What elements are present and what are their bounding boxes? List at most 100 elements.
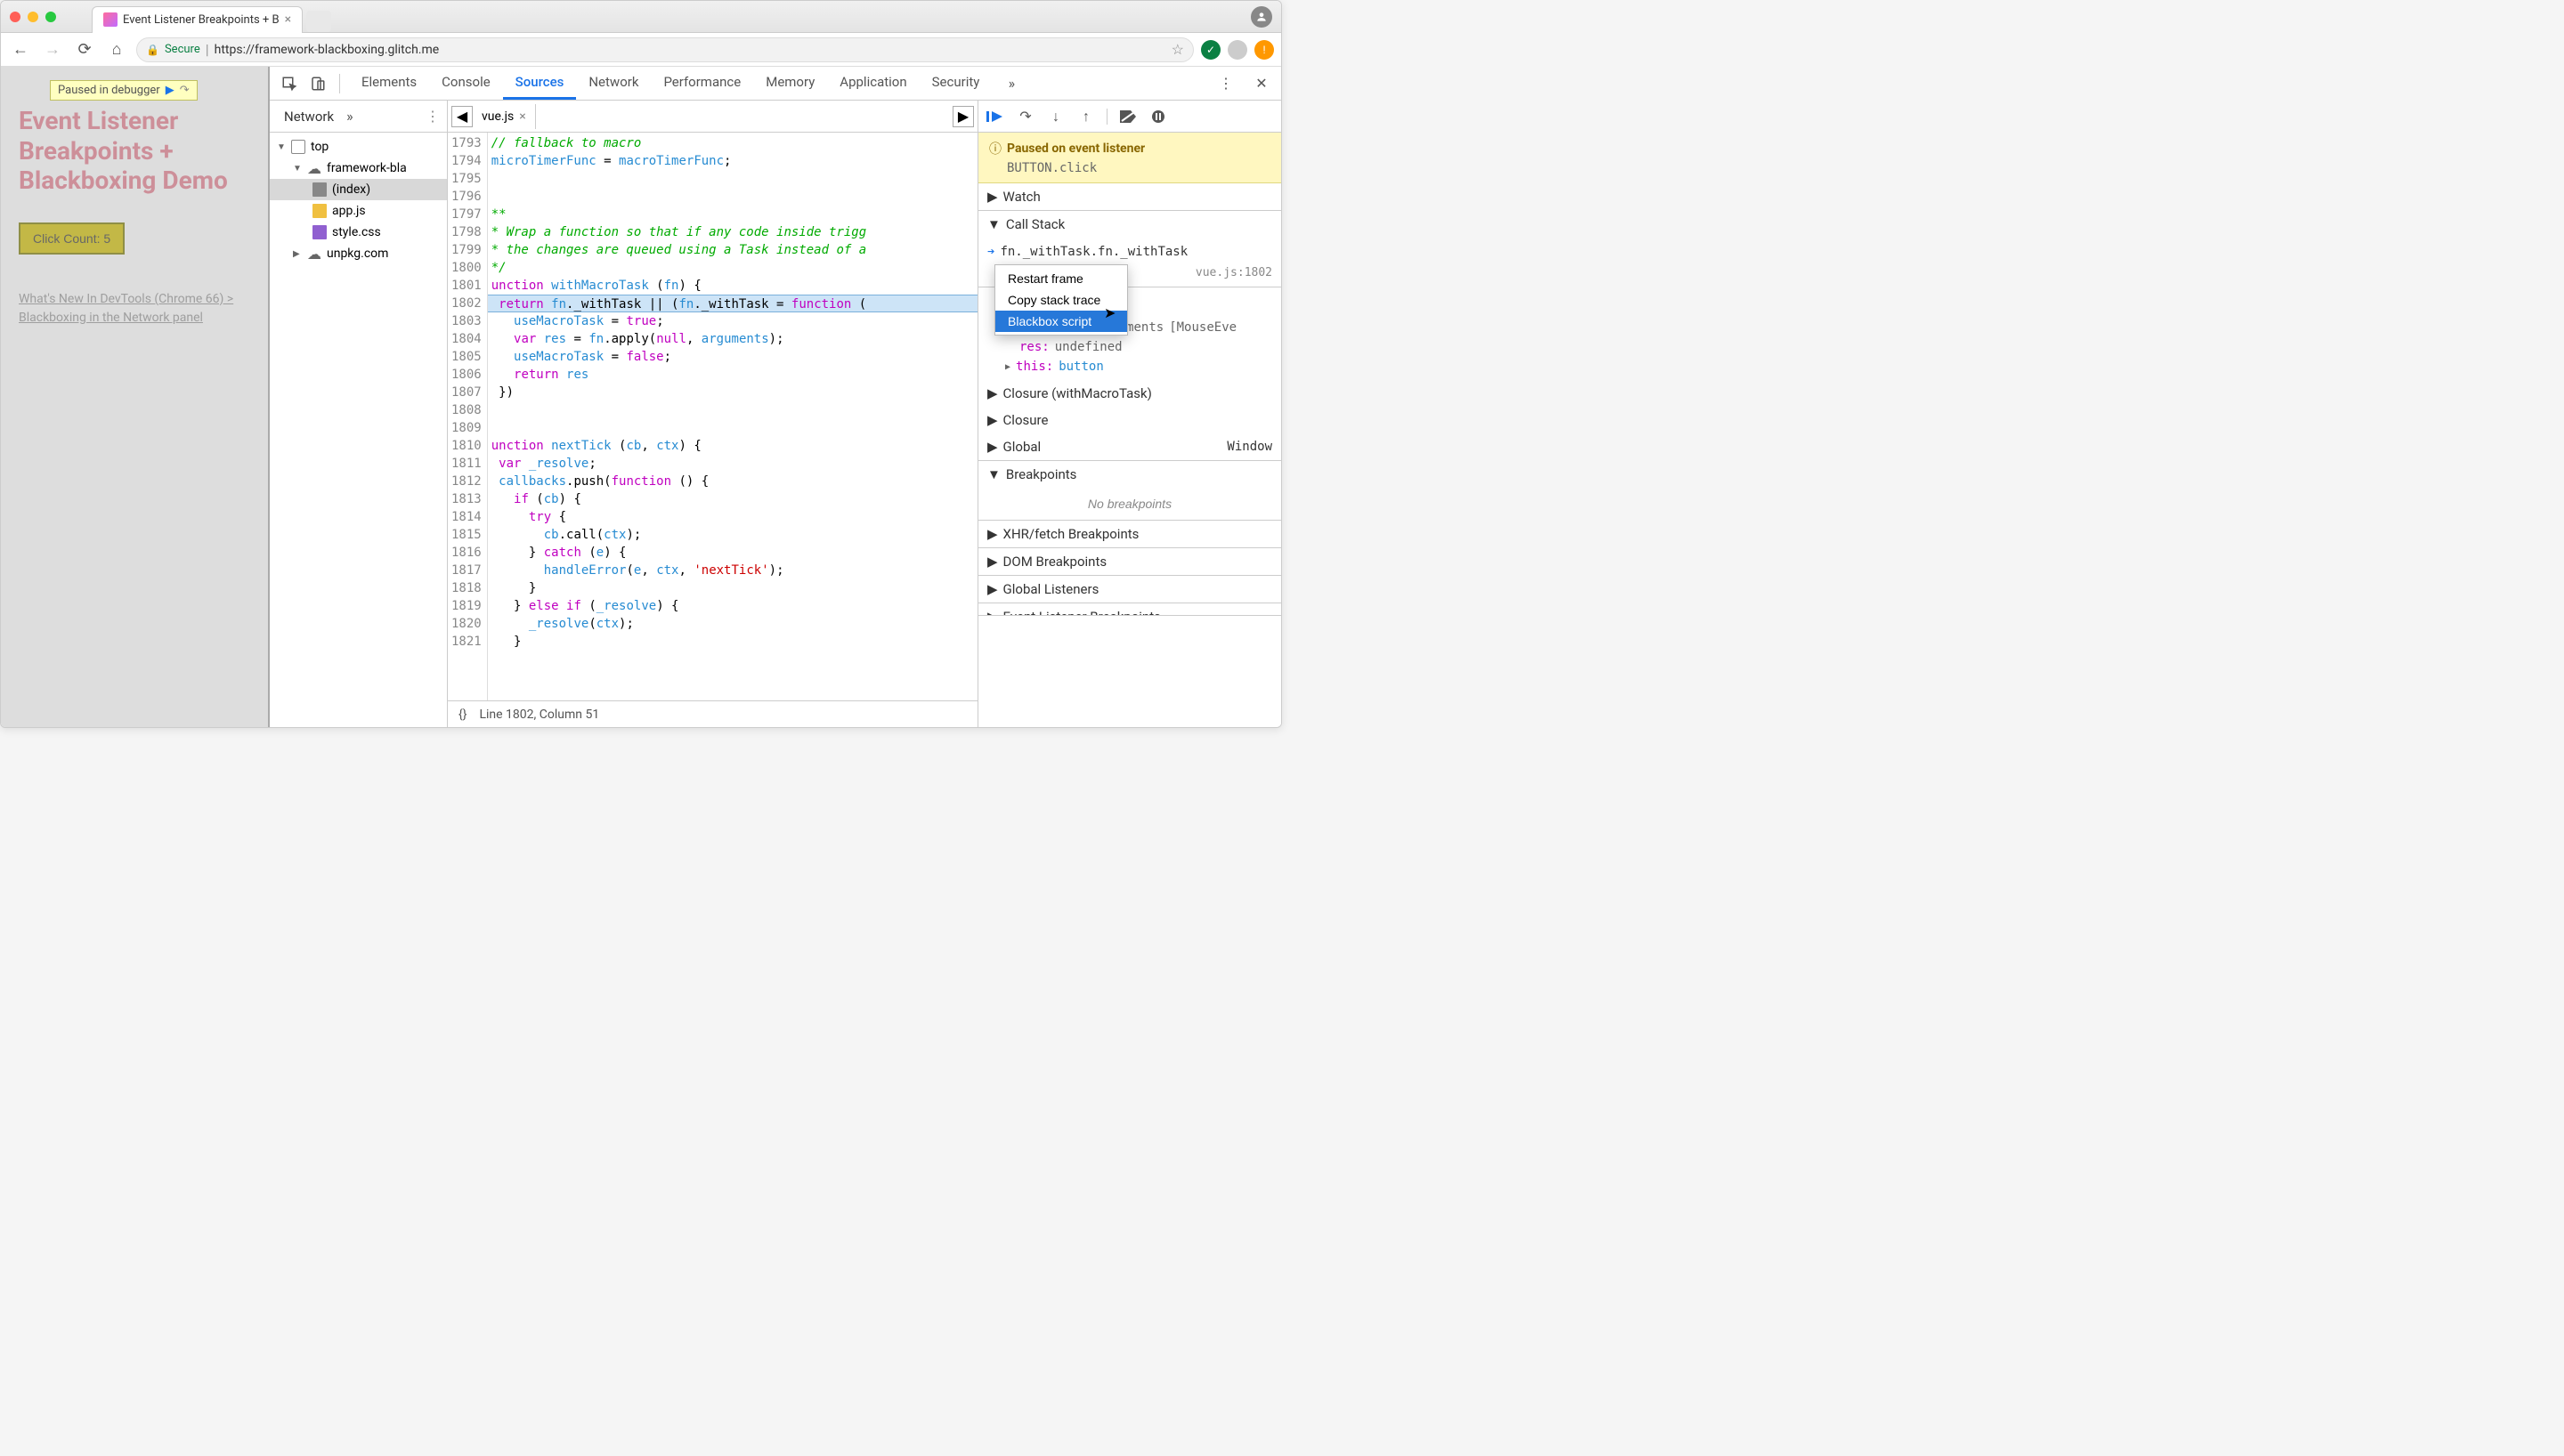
new-tab-button[interactable] [306, 11, 331, 32]
browser-toolbar: ← → ⟳ ⌂ 🔒 Secure | https://framework-bla… [1, 33, 1281, 67]
back-button[interactable]: ← [8, 37, 33, 62]
browser-window: Event Listener Breakpoints + B × ← → ⟳ ⌂… [0, 0, 1282, 728]
prev-file-icon[interactable]: ◀ [451, 106, 473, 127]
tab-title: Event Listener Breakpoints + B [123, 13, 280, 27]
tab-bar: Event Listener Breakpoints + B × [92, 1, 331, 33]
chevron-down-icon[interactable]: ▼ [277, 142, 286, 152]
forward-button[interactable]: → [40, 37, 65, 62]
page-title: Event Listener Breakpoints + Blackboxing… [19, 106, 250, 196]
tree-item-top[interactable]: ▼ top [270, 136, 447, 158]
browser-tab[interactable]: Event Listener Breakpoints + B × [92, 6, 303, 33]
pause-on-exceptions-button[interactable] [1148, 107, 1168, 126]
scope-var-this[interactable]: ▶ this: button [978, 357, 1281, 376]
minimize-window-icon[interactable] [28, 12, 38, 22]
close-devtools-icon[interactable]: ✕ [1249, 71, 1274, 96]
step-into-button[interactable]: ↓ [1046, 107, 1066, 126]
chevron-right-icon: ▶ [987, 581, 998, 597]
close-window-icon[interactable] [10, 12, 20, 22]
code-area[interactable]: 1793179417951796179717981799180018011802… [448, 133, 978, 700]
chevron-right-icon: ▶ [987, 385, 998, 401]
url-bar[interactable]: 🔒 Secure | https://framework-blackboxing… [136, 37, 1194, 62]
home-button[interactable]: ⌂ [104, 37, 129, 62]
cursor-icon: ➤ [1104, 304, 1116, 322]
panel-header-dom[interactable]: ▶ DOM Breakpoints [978, 548, 1281, 575]
step-icon[interactable]: ↷ [180, 84, 190, 97]
devtools-tab-security[interactable]: Security [920, 67, 993, 100]
user-avatar-icon[interactable] [1251, 6, 1272, 28]
chevron-down-icon: ▼ [987, 466, 1001, 482]
scope-var-res[interactable]: res: undefined [978, 337, 1281, 357]
code-editor-panel: ◀ vue.js × ▶ 179317941795179617971798179… [448, 101, 978, 727]
extension-icon[interactable]: ! [1254, 40, 1274, 60]
close-file-icon[interactable]: × [519, 109, 525, 124]
devtools-tab-application[interactable]: Application [827, 67, 919, 100]
devtools-menu-icon[interactable]: ⋮ [1213, 71, 1238, 96]
panel-header-listeners[interactable]: ▶ Global Listeners [978, 576, 1281, 603]
secure-label: Secure [165, 43, 200, 56]
info-icon: ⓘ [989, 140, 1002, 158]
panel-breakpoints: ▼ Breakpoints No breakpoints [978, 461, 1281, 521]
extension-icon[interactable]: ✓ [1201, 40, 1221, 60]
file-tree: ▼ top ▼ framework-bla (index) [270, 133, 447, 727]
panel-header-breakpoints[interactable]: ▼ Breakpoints [978, 461, 1281, 488]
page-link[interactable]: What's New In DevTools (Chrome 66) > Bla… [19, 290, 250, 328]
stack-frame[interactable]: ➔ fn._withTask.fn._withTask [978, 241, 1281, 263]
format-icon[interactable]: {} [458, 708, 467, 722]
tree-item-unpkg[interactable]: ▶ unpkg.com [270, 243, 447, 264]
tree-item-index[interactable]: (index) [270, 179, 447, 200]
more-tabs-icon[interactable]: » [346, 108, 353, 125]
next-file-icon[interactable]: ▶ [953, 106, 974, 127]
step-out-button[interactable]: ↑ [1076, 107, 1096, 126]
chevron-right-icon[interactable]: ▶ [293, 249, 302, 259]
more-tabs-icon[interactable]: » [999, 71, 1024, 96]
scope-closure2-header[interactable]: ▶ Closure [978, 407, 1281, 433]
panel-header-callstack[interactable]: ▼ Call Stack [978, 211, 1281, 238]
sources-navigator: Network » ⋮ ▼ top ▼ framework [270, 101, 448, 727]
menu-item-restart-frame[interactable]: Restart frame [995, 268, 1127, 289]
scope-global-header[interactable]: ▶ Global Window [978, 433, 1281, 460]
js-file-icon [312, 204, 327, 218]
file-tab-vuejs[interactable]: vue.js × [473, 104, 536, 129]
devtools-tab-sources[interactable]: Sources [503, 67, 577, 100]
device-toolbar-icon[interactable] [305, 71, 330, 96]
bookmark-icon[interactable]: ☆ [1172, 41, 1184, 58]
paused-label: Paused in debugger [58, 84, 160, 97]
tree-item-appjs[interactable]: app.js [270, 200, 447, 222]
panel-xhr-breakpoints: ▶ XHR/fetch Breakpoints [978, 521, 1281, 548]
devtools-tab-memory[interactable]: Memory [753, 67, 827, 100]
resume-icon[interactable]: ▶ [166, 84, 174, 97]
panel-event-listener-breakpoints: ▶ Event Listener Breakpoints [978, 603, 1281, 616]
navigator-tab-network[interactable]: Network [277, 103, 341, 130]
editor-status-bar: {} Line 1802, Column 51 [448, 700, 978, 727]
scope-closure1-header[interactable]: ▶ Closure (withMacroTask) [978, 380, 1281, 407]
chevron-right-icon: ▶ [987, 526, 998, 542]
inspect-element-icon[interactable] [277, 71, 302, 96]
resume-button[interactable] [986, 107, 1005, 126]
deactivate-breakpoints-button[interactable] [1118, 107, 1138, 126]
tree-item-domain[interactable]: ▼ framework-bla [270, 158, 447, 179]
reload-button[interactable]: ⟳ [72, 37, 97, 62]
devtools-tab-elements[interactable]: Elements [349, 67, 429, 100]
click-count-button[interactable]: Click Count: 5 [19, 222, 125, 255]
close-tab-icon[interactable]: × [285, 12, 291, 27]
tree-item-stylecss[interactable]: style.css [270, 222, 447, 243]
cloud-icon [307, 247, 321, 261]
devtools-tab-network[interactable]: Network [576, 67, 651, 100]
chevron-down-icon[interactable]: ▼ [293, 164, 302, 174]
extension-icon[interactable] [1228, 40, 1247, 60]
panel-dom-breakpoints: ▶ DOM Breakpoints [978, 548, 1281, 576]
devtools-tab-console[interactable]: Console [429, 67, 503, 100]
panel-header-event-bp[interactable]: ▶ Event Listener Breakpoints [978, 603, 1281, 616]
url-text: https://framework-blackboxing.glitch.me [215, 43, 440, 57]
navigator-menu-icon[interactable]: ⋮ [426, 108, 440, 125]
chevron-right-icon: ▶ [1005, 362, 1010, 372]
devtools-tab-performance[interactable]: Performance [651, 67, 753, 100]
maximize-window-icon[interactable] [45, 12, 56, 22]
cursor-position: Line 1802, Column 51 [479, 708, 599, 722]
titlebar: Event Listener Breakpoints + B × [1, 1, 1281, 33]
step-over-button[interactable]: ↷ [1016, 107, 1035, 126]
stack-frame-location[interactable]: vue.js:1802 [1196, 266, 1272, 279]
debugger-panel: ↷ ↓ ↑ ⓘPaused on event listener BUT [978, 101, 1281, 727]
panel-header-watch[interactable]: ▶ Watch [978, 183, 1281, 210]
panel-header-xhr[interactable]: ▶ XHR/fetch Breakpoints [978, 521, 1281, 547]
